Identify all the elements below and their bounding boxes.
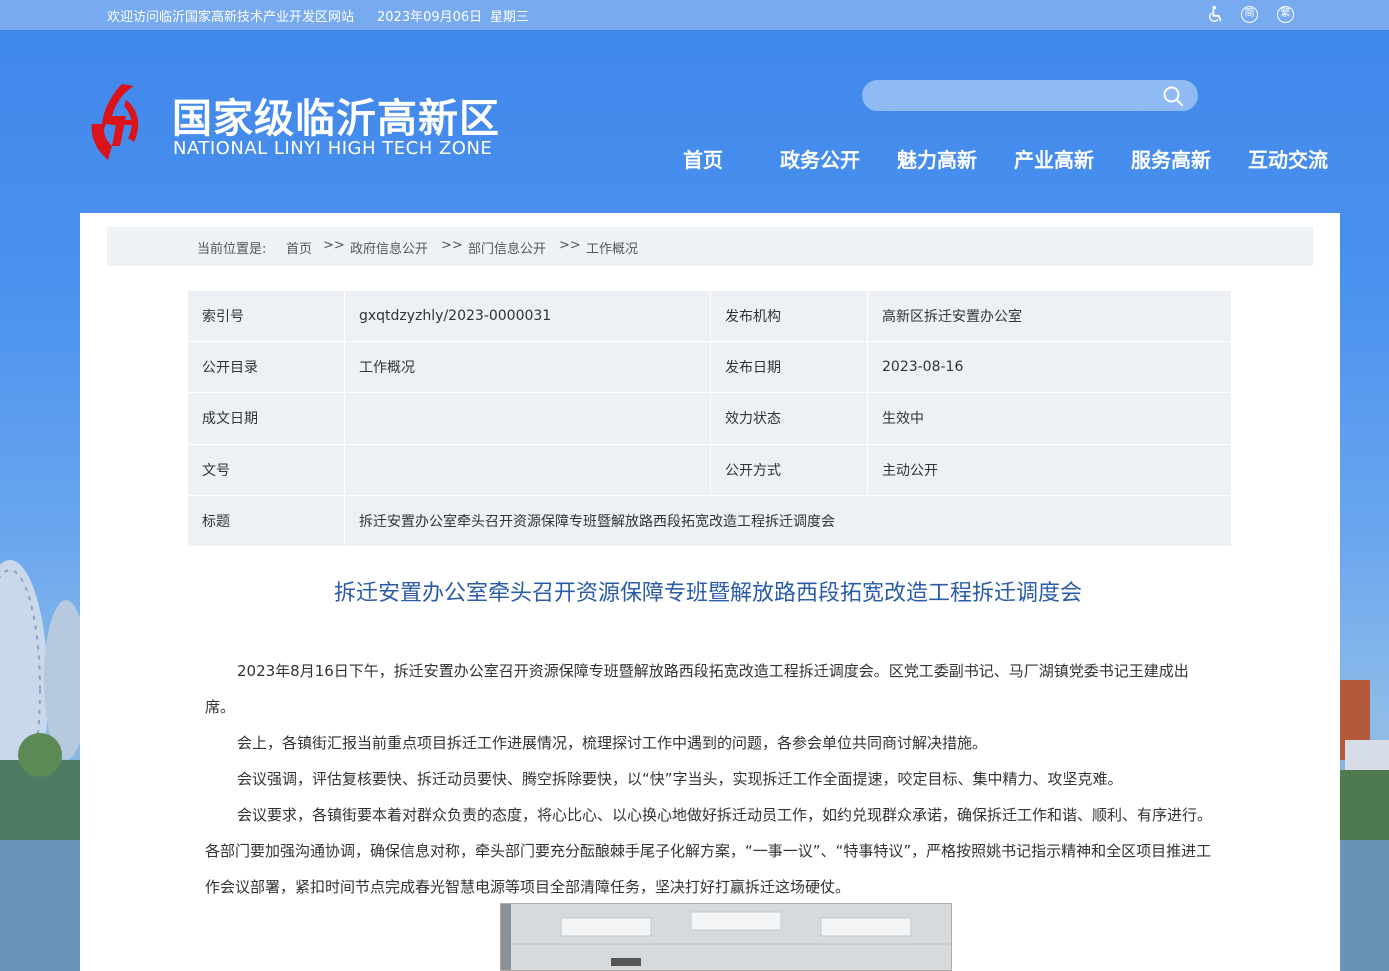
breadcrumb-home[interactable]: 首页	[286, 238, 312, 257]
welcome-text: 欢迎访问临沂国家高新技术产业开发区网站	[107, 10, 355, 25]
created-label: 成文日期	[187, 392, 345, 445]
pubdate-value: 2023-08-16	[867, 341, 1232, 394]
nav-government-affairs[interactable]: 政务公开	[780, 144, 860, 173]
method-value: 主动公开	[867, 443, 1232, 496]
traditional-chinese-button[interactable]: 繁	[1277, 6, 1294, 23]
index-value: gxqtdzyzhly/2023-0000031	[344, 289, 711, 343]
breadcrumb-gov-info[interactable]: 政府信息公开	[350, 238, 428, 257]
article-title: 拆迁安置办公室牵头召开资源保障专班暨解放路西段拓宽改造工程拆迁调度会	[333, 581, 1082, 606]
status-label: 效力状态	[710, 392, 868, 445]
nav-interaction[interactable]: 互动交流	[1248, 144, 1328, 173]
docno-value	[344, 443, 711, 496]
pubdate-label: 发布日期	[710, 341, 868, 394]
article-body: 2023年8月16日下午，拆迁安置办公室召开资源保障专班暨解放路西段拓宽改造工程…	[205, 653, 1215, 905]
breadcrumb-separator: >>	[323, 238, 345, 253]
title-value: 拆迁安置办公室牵头召开资源保障专班暨解放路西段拓宽改造工程拆迁调度会	[344, 494, 1232, 548]
table-row: 文号 公开方式 主动公开	[187, 443, 1232, 496]
title-label: 标题	[187, 494, 345, 548]
breadcrumb-separator: >>	[559, 238, 581, 253]
skyline-left-decoration	[0, 560, 80, 971]
skyline-right-decoration	[1340, 680, 1389, 971]
method-label: 公开方式	[710, 443, 868, 496]
breadcrumb-work-overview[interactable]: 工作概况	[586, 238, 638, 257]
catalog-label: 公开目录	[187, 341, 345, 394]
breadcrumb-prefix: 当前位置是:	[197, 242, 267, 257]
status-value: 生效中	[867, 392, 1232, 445]
breadcrumb-dept-info[interactable]: 部门信息公开	[468, 238, 546, 257]
table-row: 索引号 gxqtdzyzhly/2023-0000031 发布机构 高新区拆迁安…	[187, 289, 1232, 343]
search-input[interactable]	[862, 80, 1198, 111]
docno-label: 文号	[187, 443, 345, 496]
org-label: 发布机构	[710, 289, 868, 343]
index-label: 索引号	[187, 289, 345, 343]
table-row: 标题 拆迁安置办公室牵头召开资源保障专班暨解放路西段拓宽改造工程拆迁调度会	[187, 494, 1232, 548]
site-name-cn: 国家级临沂高新区	[172, 96, 500, 142]
top-utility-bar: 欢迎访问临沂国家高新技术产业开发区网站 2023年09月06日 星期三 简 繁	[0, 0, 1389, 30]
nav-services[interactable]: 服务高新	[1131, 144, 1211, 173]
current-date: 2023年09月06日	[377, 10, 483, 25]
document-metadata-table: 索引号 gxqtdzyzhly/2023-0000031 发布机构 高新区拆迁安…	[187, 289, 1232, 548]
nav-charm[interactable]: 魅力高新	[897, 144, 977, 173]
search-icon[interactable]	[1162, 85, 1184, 107]
nav-home[interactable]: 首页	[683, 144, 723, 173]
content-panel: 当前位置是: 首页 >> 政府信息公开 >> 部门信息公开 >> 工作概况 索引…	[80, 213, 1340, 971]
article-paragraph: 会议强调，评估复核要快、拆迁动员要快、腾空拆除要快，以“快”字当头，实现拆迁工作…	[237, 770, 1123, 788]
table-row: 成文日期 效力状态 生效中	[187, 392, 1232, 445]
article-photo	[500, 903, 952, 971]
created-value	[344, 392, 711, 445]
breadcrumb-separator: >>	[441, 238, 463, 253]
catalog-value: 工作概况	[344, 341, 711, 394]
breadcrumb: 当前位置是: 首页 >> 政府信息公开 >> 部门信息公开 >> 工作概况	[107, 227, 1313, 266]
main-navigation: 首页 政务公开 魅力高新 产业高新 服务高新 互动交流	[0, 144, 1389, 174]
table-row: 公开目录 工作概况 发布日期 2023-08-16	[187, 341, 1232, 394]
article-paragraph: 会议要求，各镇街要本着对群众负责的态度，将心比心、以心换心地做好拆迁动员工作，如…	[205, 806, 1213, 896]
nav-industry[interactable]: 产业高新	[1014, 144, 1094, 173]
article-paragraph: 会上，各镇街汇报当前重点项目拆迁工作进展情况，梳理探讨工作中遇到的问题，各参会单…	[237, 734, 988, 752]
simplified-chinese-button[interactable]: 简	[1241, 6, 1258, 23]
meeting-room-photo	[501, 904, 951, 970]
article-paragraph: 2023年8月16日下午，拆迁安置办公室召开资源保障专班暨解放路西段拓宽改造工程…	[205, 662, 1189, 716]
org-value: 高新区拆迁安置办公室	[867, 289, 1232, 343]
current-weekday: 星期三	[490, 10, 530, 25]
accessibility-icon[interactable]	[1207, 5, 1225, 23]
